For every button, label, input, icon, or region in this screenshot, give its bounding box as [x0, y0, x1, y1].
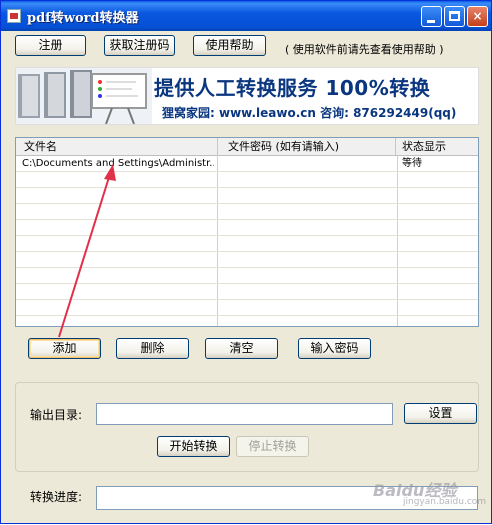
register-button[interactable]: 注册	[15, 35, 86, 56]
start-conversion-button[interactable]: 开始转换	[157, 436, 230, 457]
minimize-button[interactable]	[421, 6, 442, 27]
close-button[interactable]: ×	[467, 6, 488, 27]
column-header-filename[interactable]: 文件名	[16, 138, 218, 155]
whiteboard-illustration-icon	[16, 68, 152, 124]
app-window: pdf转word转换器 × 注册 获取注册码 使用帮助 ( 使用软件前请先查看使…	[0, 0, 492, 524]
column-header-password[interactable]: 文件密码 (如有请输入)	[218, 138, 396, 155]
app-icon	[7, 9, 21, 23]
baidu-watermark-logo: Baidu经验 jingyan.baidu.com	[373, 481, 487, 507]
close-icon: ×	[472, 9, 483, 23]
clear-button[interactable]: 清空	[205, 338, 278, 359]
help-button[interactable]: 使用帮助	[193, 35, 266, 56]
title-bar[interactable]: pdf转word转换器 ×	[1, 1, 491, 31]
progress-label: 转换进度:	[30, 490, 83, 504]
output-dir-input[interactable]	[96, 403, 393, 425]
delete-button[interactable]: 删除	[116, 338, 189, 359]
column-header-status[interactable]: 状态显示	[396, 138, 478, 155]
window-title: pdf转word转换器	[27, 11, 139, 26]
maximize-icon	[449, 11, 460, 21]
banner-contact: 狸窝家园: www.leawo.cn 咨询: 876292449(qq)	[162, 106, 457, 120]
row-password-cell[interactable]	[222, 156, 392, 171]
table-header: 文件名 文件密码 (如有请输入) 状态显示	[16, 138, 478, 156]
minimize-icon	[427, 20, 435, 23]
file-table[interactable]: 文件名 文件密码 (如有请输入) 状态显示 C:\Documents and S…	[15, 137, 479, 327]
settings-button[interactable]: 设置	[404, 403, 477, 424]
ad-banner[interactable]: 提供人工转换服务 100%转换 狸窝家园: www.leawo.cn 咨询: 8…	[15, 67, 479, 125]
help-hint-text: ( 使用软件前请先查看使用帮助 )	[285, 43, 444, 56]
output-settings-group	[15, 382, 479, 472]
get-registration-code-button[interactable]: 获取注册码	[104, 35, 175, 56]
enter-password-button[interactable]: 输入密码	[298, 338, 371, 359]
add-file-button[interactable]: 添加	[28, 338, 101, 359]
maximize-button[interactable]	[444, 6, 465, 27]
row-filename-cell[interactable]: C:\Documents and Settings\Administr...	[22, 156, 214, 171]
output-dir-label: 输出目录:	[30, 408, 83, 422]
banner-headline: 提供人工转换服务 100%转换	[154, 76, 431, 100]
stop-conversion-button: 停止转换	[236, 436, 309, 457]
row-status-cell: 等待	[402, 158, 422, 169]
